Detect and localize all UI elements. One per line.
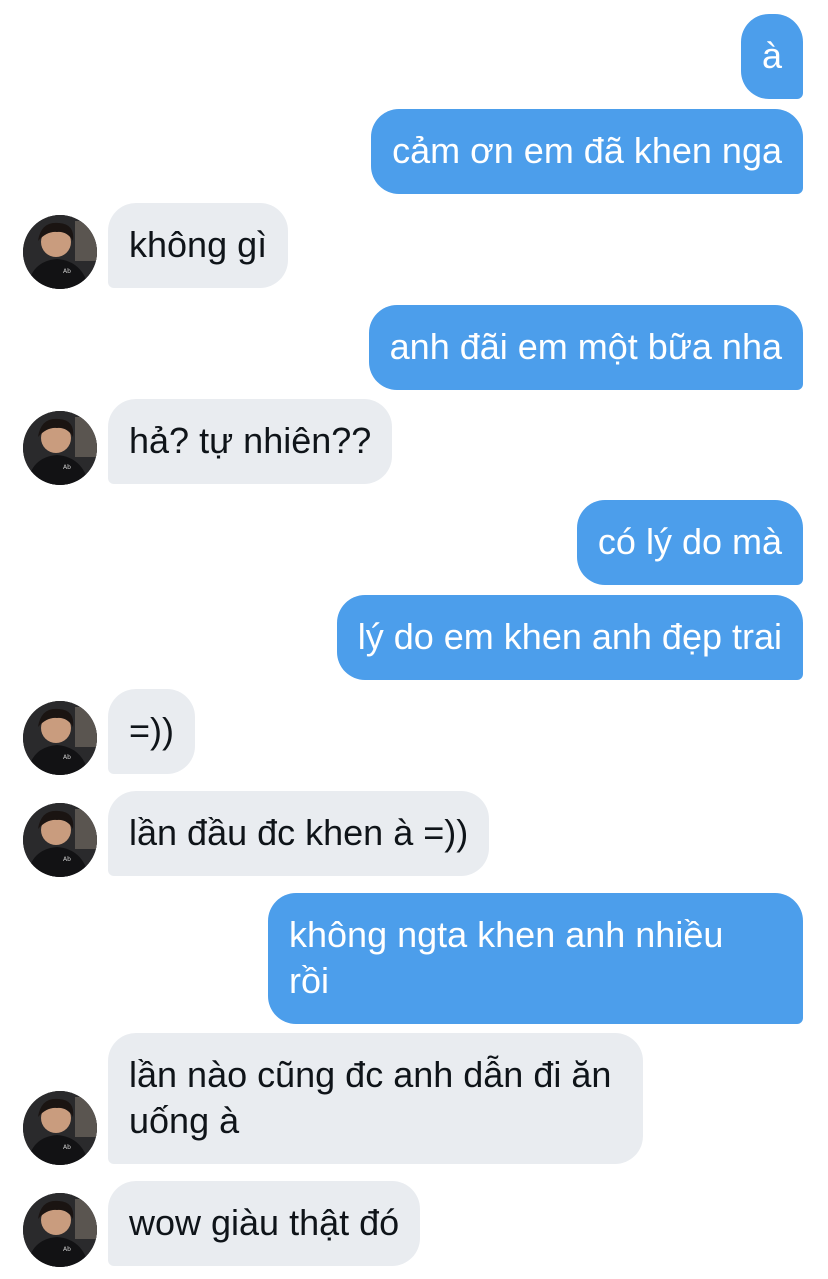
user-avatar-photo-icon: Ab [23, 803, 97, 877]
user-avatar-photo-icon: Ab [23, 215, 97, 289]
incoming-message[interactable]: lần nào cũng đc anh dẫn đi ăn uống à [108, 1033, 643, 1164]
contact-avatar[interactable]: Ab [23, 1193, 97, 1267]
outgoing-message[interactable]: lý do em khen anh đẹp trai [336, 595, 803, 680]
contact-avatar[interactable]: Ab [23, 411, 97, 485]
incoming-message[interactable]: không gì [108, 203, 289, 288]
incoming-message[interactable]: wow giàu thật đó [108, 1181, 421, 1266]
svg-text:Ab: Ab [63, 1246, 71, 1253]
outgoing-message[interactable]: không ngta khen anh nhiều rồi [268, 893, 803, 1024]
chat-thread: à cảm ơn em đã khen nga Ab không gì anh … [0, 0, 828, 1279]
incoming-message[interactable]: hả? tự nhiên?? [108, 399, 393, 484]
svg-text:Ab: Ab [63, 1144, 71, 1151]
user-avatar-photo-icon: Ab [23, 1193, 97, 1267]
incoming-message[interactable]: =)) [108, 689, 195, 774]
svg-text:Ab: Ab [63, 856, 71, 863]
contact-avatar[interactable]: Ab [23, 1091, 97, 1165]
contact-avatar[interactable]: Ab [23, 803, 97, 877]
contact-avatar[interactable]: Ab [23, 215, 97, 289]
user-avatar-photo-icon: Ab [23, 701, 97, 775]
svg-text:Ab: Ab [63, 268, 71, 275]
user-avatar-photo-icon: Ab [23, 1091, 97, 1165]
incoming-message[interactable]: lần đầu đc khen à =)) [108, 791, 490, 876]
outgoing-message[interactable]: cảm ơn em đã khen nga [371, 109, 803, 194]
outgoing-message[interactable]: anh đãi em một bữa nha [368, 305, 803, 390]
contact-avatar[interactable]: Ab [23, 701, 97, 775]
user-avatar-photo-icon: Ab [23, 411, 97, 485]
svg-text:Ab: Ab [63, 464, 71, 471]
outgoing-message[interactable]: có lý do mà [576, 500, 803, 585]
outgoing-message[interactable]: à [741, 14, 803, 99]
svg-text:Ab: Ab [63, 754, 71, 761]
